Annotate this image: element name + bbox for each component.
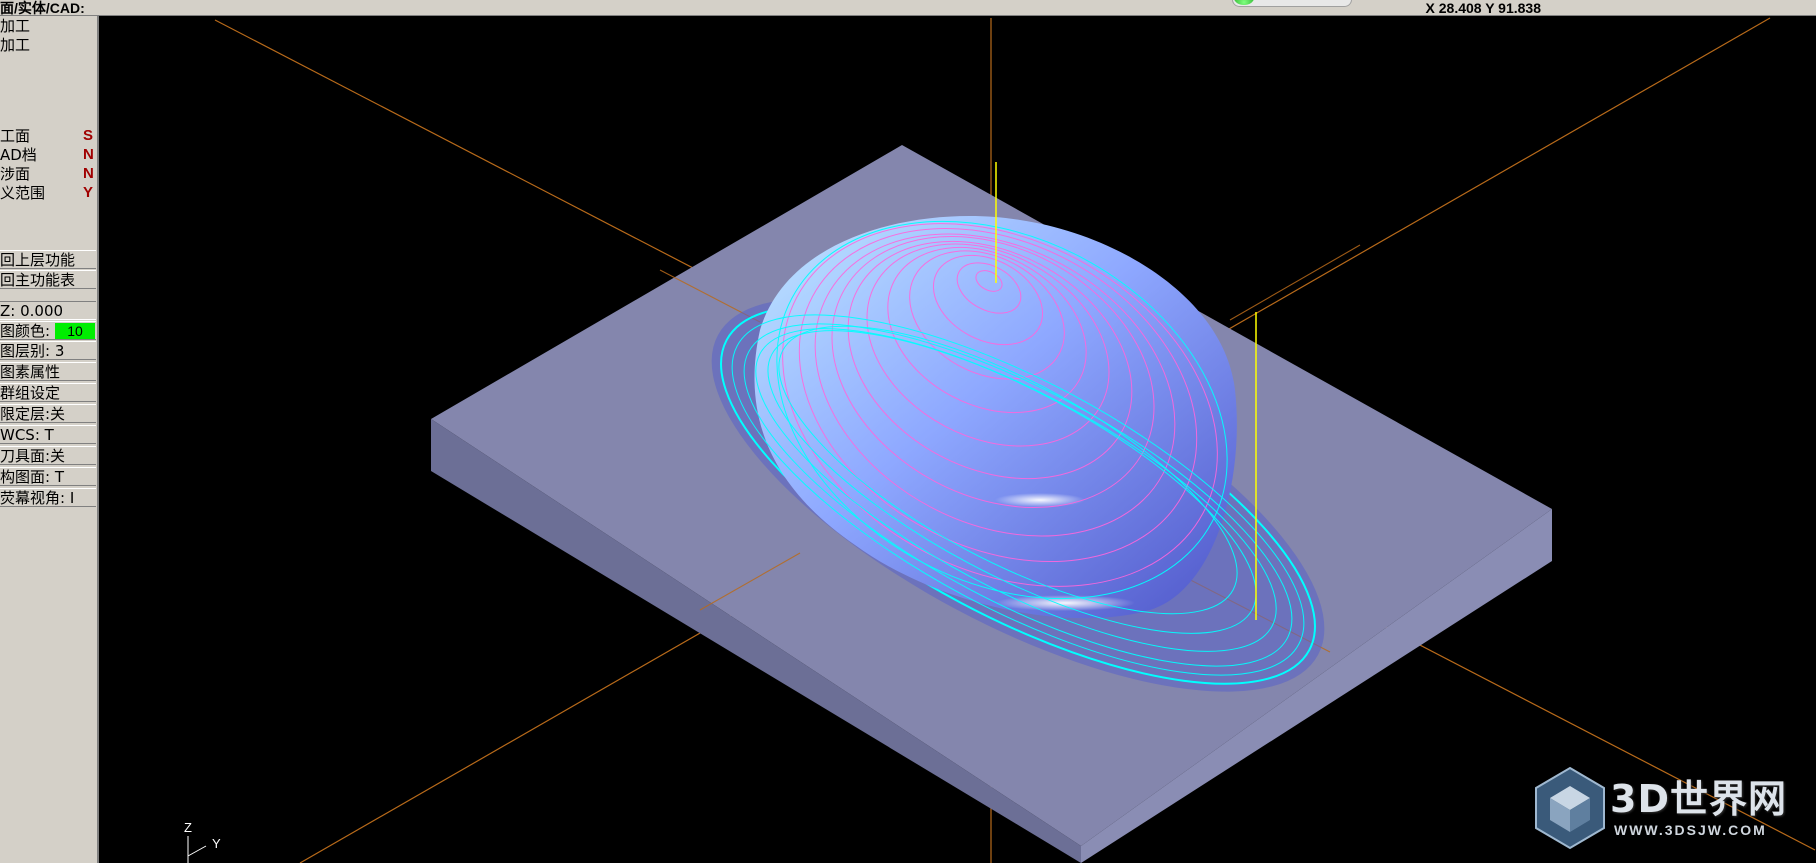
menu-item-flag: N: [83, 165, 94, 182]
watermark-brand: 3D世界网: [1610, 777, 1787, 821]
z-depth-field[interactable]: Z: 0.000: [0, 301, 96, 320]
menu-item-check-surface[interactable]: 涉面 N: [0, 164, 94, 184]
menu-item-flag: S: [83, 127, 94, 144]
menu-sidebar: 加工 加工 工面 S AD档 N 涉面 N 义范围 Y 回上层功能 回主功能表 …: [0, 16, 99, 863]
view-axis-triad: Z Y: [180, 820, 240, 863]
layer-color-label: 图颜色:: [0, 322, 51, 340]
menu-path-title: 面/实体/CAD:: [0, 0, 85, 16]
menu-item-label: 涉面: [0, 165, 31, 183]
menu-item-flag: Y: [83, 184, 94, 201]
watermark-url: WWW.3DSJW.COM: [1614, 822, 1767, 838]
menu-item-flag: N: [83, 146, 94, 163]
menu-item-label: 加工: [0, 17, 31, 35]
color-swatch: 10: [55, 323, 95, 339]
menu-item[interactable]: 加工: [0, 35, 30, 55]
menu-item-surface[interactable]: 工面 S: [0, 126, 93, 146]
attributes-button[interactable]: 图素属性: [0, 362, 96, 381]
menu-item-label: 工面: [0, 127, 31, 145]
level-button[interactable]: 图层别: 3: [0, 341, 96, 360]
back-button[interactable]: 回上层功能: [0, 250, 96, 269]
title-bar: 面/实体/CAD: X 28.408 Y 91.838: [0, 0, 1816, 16]
mask-button[interactable]: 限定层:关: [0, 404, 96, 423]
site-watermark: 3D世界网 WWW.3DSJW.COM: [1532, 766, 1792, 856]
menu-item-boundary[interactable]: 义范围 Y: [0, 183, 93, 203]
layer-color-button[interactable]: 图颜色: 10: [0, 321, 96, 340]
menu-item-cad-file[interactable]: AD档 N: [0, 145, 94, 165]
menu-item[interactable]: 加工: [0, 16, 30, 36]
cube-logo-icon: [1535, 766, 1605, 850]
menu-item-label: AD档: [0, 146, 37, 164]
graphics-view-button[interactable]: 荧幕视角: I: [0, 488, 96, 507]
viewport-canvas[interactable]: [99, 16, 1816, 863]
wcs-button[interactable]: WCS: T: [0, 425, 96, 444]
menu-item-label: 义范围: [0, 184, 46, 202]
graphics-viewport[interactable]: [99, 16, 1816, 863]
triad-lines: [187, 836, 207, 863]
menu-item-label: 加工: [0, 36, 31, 54]
tool-plane-button[interactable]: 刀具面:关: [0, 446, 96, 465]
group-button[interactable]: 群组设定: [0, 383, 96, 402]
construction-plane-button[interactable]: 构图面: T: [0, 467, 96, 486]
cursor-coordinates: X 28.408 Y 91.838: [1425, 0, 1541, 16]
main-menu-button[interactable]: 回主功能表: [0, 270, 96, 289]
